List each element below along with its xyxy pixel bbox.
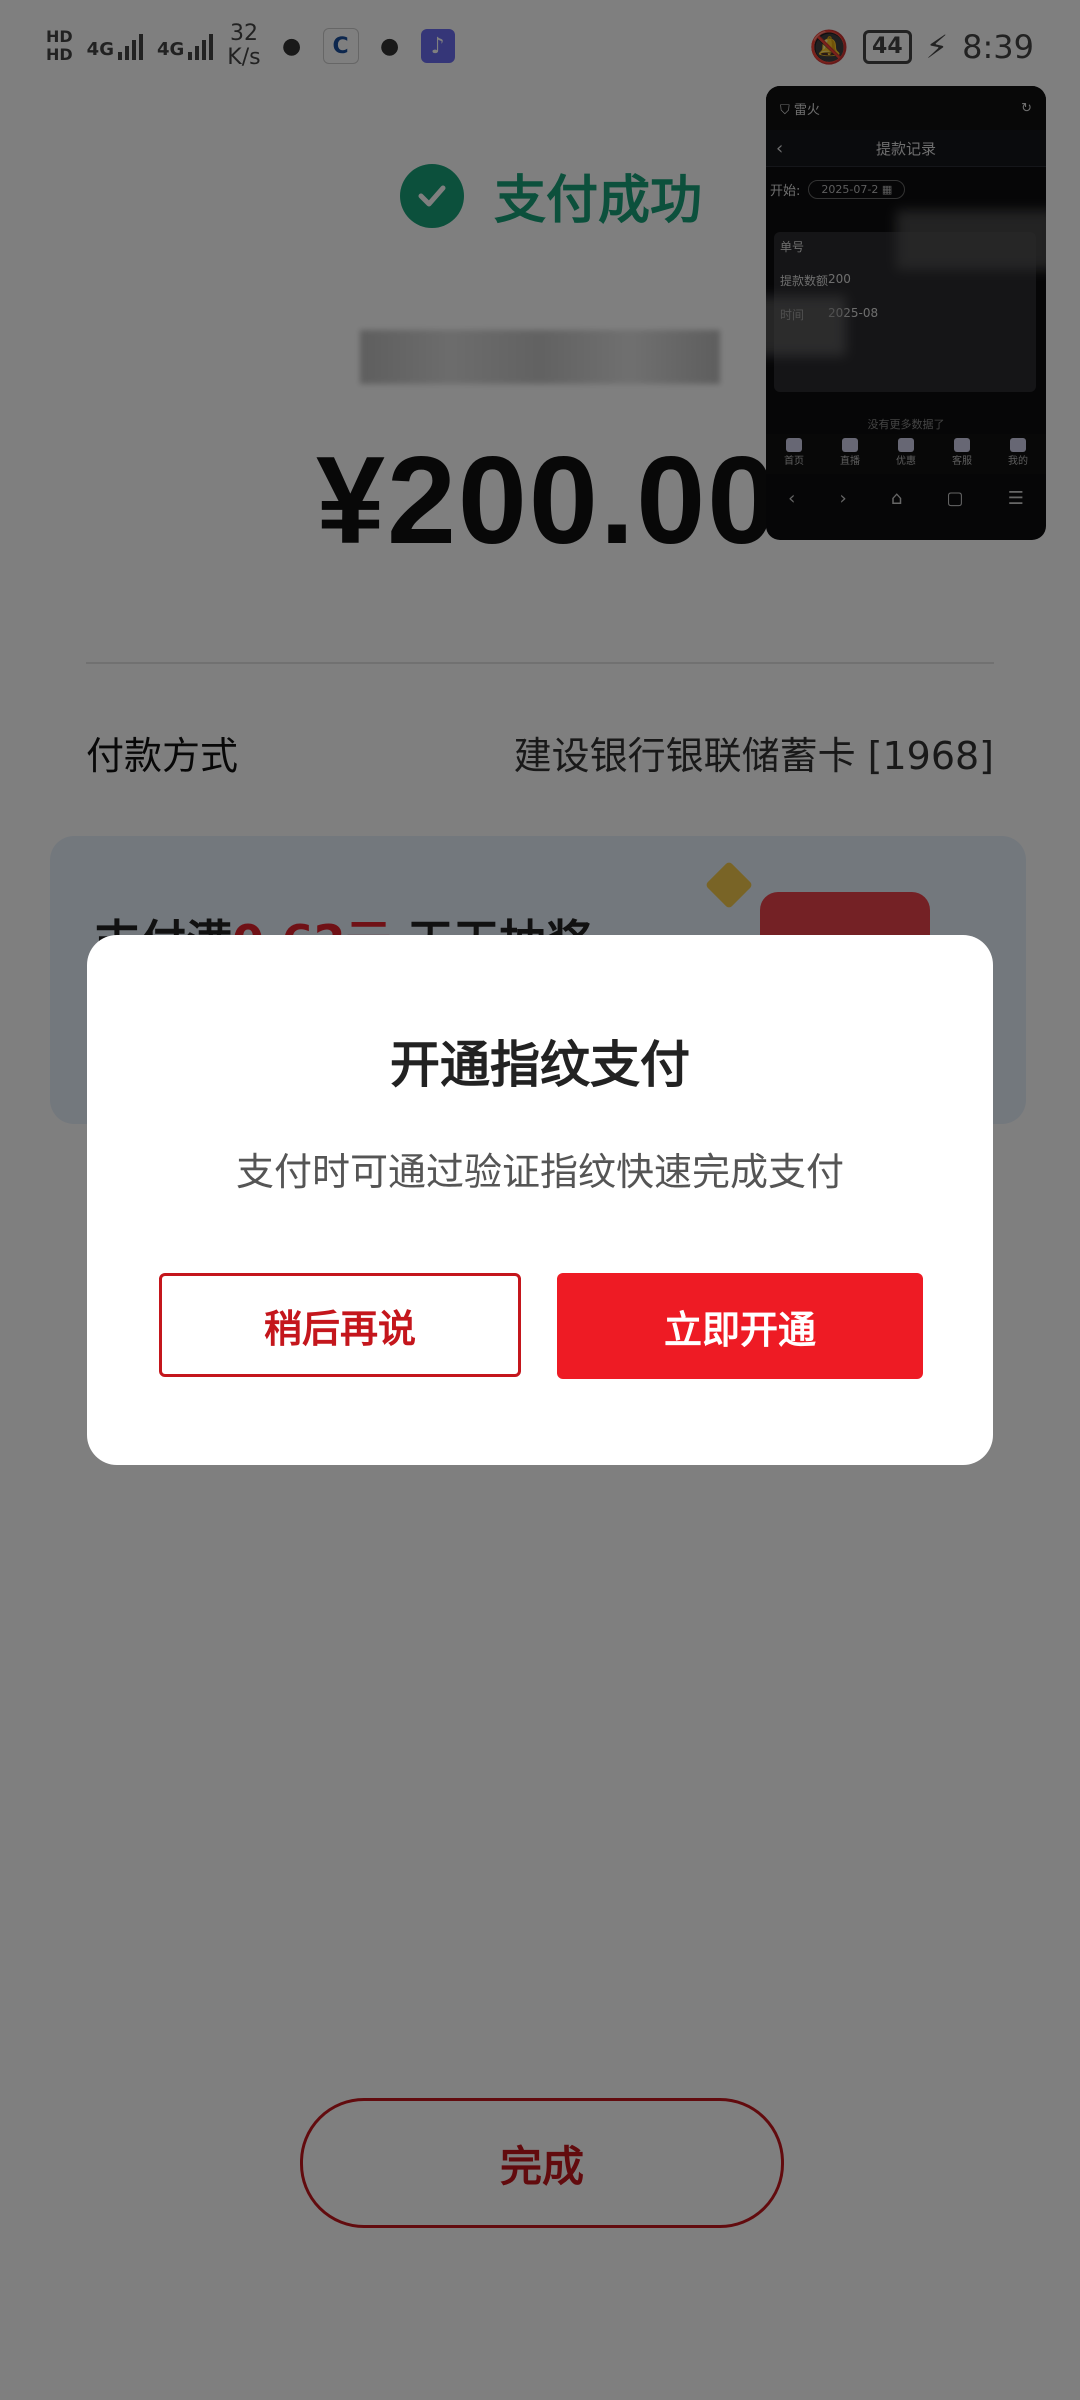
dialog-message: 支付时可通过验证指纹快速完成支付 xyxy=(235,1150,844,1194)
enable-now-button[interactable]: 立即开通 xyxy=(557,1273,923,1379)
fingerprint-dialog: 开通指纹支付 支付时可通过验证指纹快速完成支付 稍后再说 立即开通 xyxy=(87,935,993,1465)
later-button[interactable]: 稍后再说 xyxy=(159,1273,521,1377)
dialog-title: 开通指纹支付 xyxy=(390,1036,690,1094)
